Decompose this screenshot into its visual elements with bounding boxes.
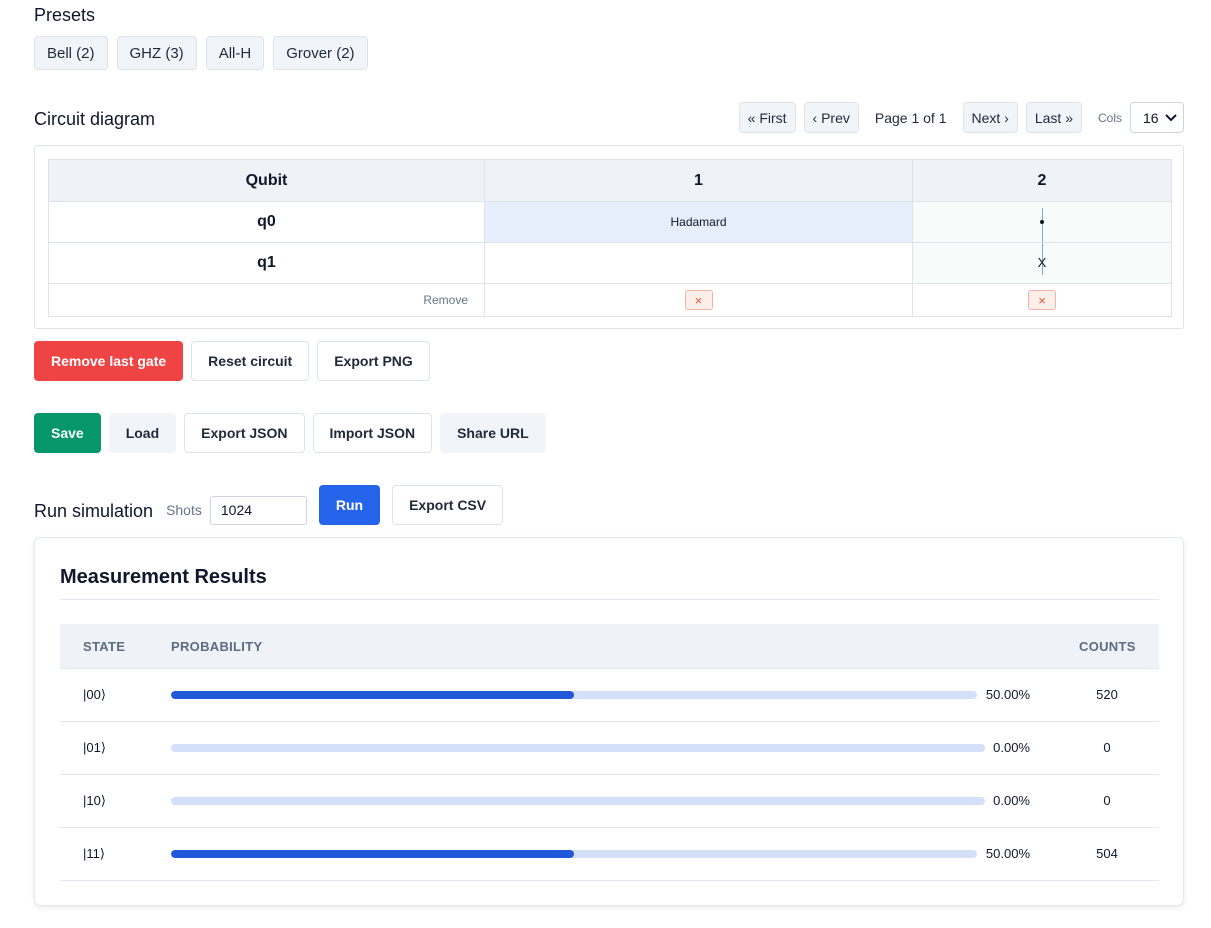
load-button[interactable]: Load [108,413,177,453]
probability-percent: 0.00% [993,793,1030,808]
probability-percent: 50.00% [985,846,1030,861]
probability-bar [171,850,977,858]
cols-select[interactable]: 16 [1130,102,1184,133]
export-json-button[interactable]: Export JSON [184,413,305,453]
results-title: Measurement Results [60,566,267,588]
chevron-down-icon [1165,113,1177,121]
measurement-results-card: Measurement Results STATE PROBABILITY CO… [34,537,1184,906]
circuit-table: Qubit 1 2 q0 Hadamard q1 X Remove × × [48,159,1172,317]
qubit-row: q1 X [48,242,1172,284]
shots-input[interactable]: 1024 [209,495,307,525]
probability-percent: 0.00% [993,740,1030,755]
circuit-title: Circuit diagram [34,109,156,129]
next-page-button[interactable]: Next › [962,102,1018,133]
state-label: |00⟩ [83,687,106,702]
probability-percent: 50.00% [985,687,1030,702]
remove-column-1-button[interactable]: × [684,290,713,310]
qubit-label: q1 [48,242,485,284]
remove-last-gate-button[interactable]: Remove last gate [34,341,184,381]
state-label: |01⟩ [83,740,106,755]
shots-label: Shots [166,502,202,518]
run-simulation-title: Run simulation [34,500,154,521]
prev-page-button[interactable]: ‹ Prev [803,102,859,133]
remove-label: Remove [48,283,485,317]
count-value: 0 [1103,740,1111,755]
probability-column-header: PROBABILITY [171,639,263,654]
gate-cell-hadamard[interactable]: Hadamard [484,201,913,243]
state-label: |10⟩ [83,793,106,808]
remove-cell: × [912,283,1172,317]
step-1-column-header: 1 [484,159,913,202]
cols-label: Cols [1097,110,1122,125]
probability-bar [171,744,985,752]
step-2-column-header: 2 [912,159,1172,202]
cols-value: 16 [1143,109,1159,126]
counts-column-header: COUNTS [1079,639,1136,654]
count-value: 0 [1103,793,1111,808]
remove-row: Remove × × [48,283,1172,317]
state-label: |11⟩ [83,846,105,861]
probability-bar [171,691,977,699]
qubit-column-header: Qubit [48,159,485,202]
probability-bar [171,797,985,805]
preset-grover-button[interactable]: Grover (2) [273,36,368,70]
result-row: |11⟩ 50.00% 504 [60,828,1159,881]
qubit-label: q0 [48,201,485,243]
file-actions: Save Load Export JSON Import JSON Share … [34,413,546,453]
save-button[interactable]: Save [34,413,101,453]
probability-bar-fill [171,850,574,858]
pager: « First ‹ Prev Page 1 of 1 Next › Last »… [731,102,1184,133]
page-info: Page 1 of 1 [874,109,947,126]
preset-bell-button[interactable]: Bell (2) [34,36,108,70]
import-json-button[interactable]: Import JSON [312,413,433,453]
circuit-actions: Remove last gate Reset circuit Export PN… [34,341,430,381]
first-page-button[interactable]: « First [738,102,796,133]
run-button[interactable]: Run [318,485,381,525]
result-row: |01⟩ 0.00% 0 [60,722,1159,775]
last-page-button[interactable]: Last » [1025,102,1082,133]
count-value: 520 [1096,687,1118,702]
run-simulation-row: Run simulation Shots 1024 Run Export CSV [34,485,504,525]
count-value: 504 [1096,846,1118,861]
results-header-row: STATE PROBABILITY COUNTS [60,624,1159,669]
result-row: |10⟩ 0.00% 0 [60,775,1159,828]
divider [60,599,1159,600]
result-row: |00⟩ 50.00% 520 [60,669,1159,722]
gate-cell-control[interactable] [912,201,1172,243]
reset-circuit-button[interactable]: Reset circuit [191,341,310,381]
circuit-header-row: Qubit 1 2 [48,159,1172,202]
preset-all-h-button[interactable]: All-H [205,36,265,70]
state-column-header: STATE [83,639,126,654]
gate-cell-empty[interactable] [484,242,913,284]
presets-row: Bell (2) GHZ (3) All-H Grover (2) [34,36,368,70]
remove-cell: × [484,283,913,317]
export-png-button[interactable]: Export PNG [317,341,430,381]
x-gate-label: X [1037,255,1047,270]
presets-title: Presets [34,5,96,25]
control-wire [1042,208,1043,242]
circuit-diagram: Qubit 1 2 q0 Hadamard q1 X Remove × × [34,145,1184,329]
gate-cell-target[interactable]: X [912,242,1172,284]
qubit-row: q0 Hadamard [48,201,1172,243]
remove-column-2-button[interactable]: × [1028,290,1056,310]
share-url-button[interactable]: Share URL [440,413,546,453]
control-dot-icon [1040,220,1044,224]
export-csv-button[interactable]: Export CSV [392,485,504,525]
preset-ghz-button[interactable]: GHZ (3) [116,36,197,70]
probability-bar-fill [171,691,574,699]
